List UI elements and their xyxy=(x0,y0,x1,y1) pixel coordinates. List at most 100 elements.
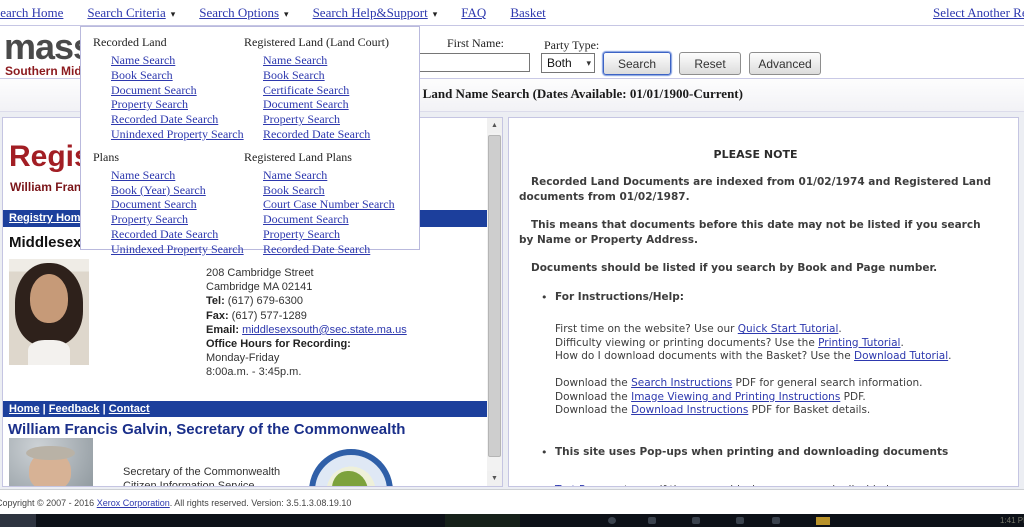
note-text: . xyxy=(838,323,842,335)
nav-link-basket[interactable]: Basket xyxy=(510,5,545,20)
link-separator: | xyxy=(39,403,49,415)
caret-down-icon: ▾ xyxy=(170,9,176,19)
context-bar-text: Recorded Land Name Search (Dates Availab… xyxy=(366,86,743,101)
taskbar-search-icon[interactable] xyxy=(608,517,616,524)
nav-link-search-criteria[interactable]: Search Criteria xyxy=(87,5,165,20)
inline-link-image-viewing-and-printing-instructions[interactable]: Image Viewing and Printing Instructions xyxy=(631,391,840,403)
secretary-caption-line: Secretary of the Commonwealth xyxy=(123,466,281,478)
taskbar-icon[interactable] xyxy=(736,517,744,524)
dropdown-link-registered-land-plans-book-search[interactable]: Book Search xyxy=(263,183,419,198)
registry-home-link[interactable]: Registry Home xyxy=(9,212,87,224)
note-paragraphs: Recorded Land Documents are indexed from… xyxy=(519,175,992,276)
dropdown-section-plans: Plans Name Search Book (Year) Search Docume… xyxy=(81,142,244,257)
inline-link-download-tutorial[interactable]: Download Tutorial xyxy=(854,350,948,362)
note-line: Test Pop-ups to see if the pop-up blocke… xyxy=(555,484,992,487)
dropdown-link-registered-land-land-court-recorded-date-search[interactable]: Recorded Date Search xyxy=(263,127,419,142)
nav-link-search-options[interactable]: Search Options xyxy=(199,5,279,20)
hours-line: 8:00a.m. - 3:45p.m. xyxy=(206,366,302,379)
party-type-select[interactable]: Both ▾ xyxy=(541,53,595,73)
caret-down-icon: ▾ xyxy=(284,9,289,19)
search-button[interactable]: Search xyxy=(603,52,671,75)
note-text: . xyxy=(900,336,904,349)
dropdown-link-plans-name-search[interactable]: Name Search xyxy=(111,168,244,183)
dropdown-section-title: Registered Land Plans xyxy=(244,149,352,164)
registry-contact-block: 208 Cambridge Street Cambridge MA 02141 … xyxy=(206,266,407,380)
note-line: Download the Download Instructions PDF f… xyxy=(555,404,992,418)
dropdown-link-registered-land-land-court-name-search[interactable]: Name Search xyxy=(263,53,419,68)
nav-link-search-help-support[interactable]: Search Help&Support xyxy=(313,5,428,20)
scroll-down-icon[interactable]: ▼ xyxy=(487,471,502,486)
email-label: Email: xyxy=(206,323,240,336)
dropdown-link-recorded-land-property-search[interactable]: Property Search xyxy=(111,97,244,112)
dropdown-link-recorded-land-recorded-date-search[interactable]: Recorded Date Search xyxy=(111,112,244,127)
reset-button[interactable]: Reset xyxy=(679,52,741,75)
dropdown-link-registered-land-land-court-property-search[interactable]: Property Search xyxy=(263,112,419,127)
phone-line: Tel: (617) 679-6300 xyxy=(206,294,407,308)
inline-link-test-pop-ups[interactable]: Test Pop-ups xyxy=(555,484,621,487)
note-text: Download the xyxy=(555,404,632,416)
dropdown-link-plans-recorded-date-search[interactable]: Recorded Date Search xyxy=(111,227,244,242)
note-bullet-label: For Instructions/Help: xyxy=(555,291,684,303)
dropdown-col-1: Recorded Land Name Search Book Search Docum… xyxy=(81,27,244,257)
dropdown-link-registered-land-plans-recorded-date-search[interactable]: Recorded Date Search xyxy=(263,242,419,257)
dropdown-link-plans-property-search[interactable]: Property Search xyxy=(111,212,244,227)
fax-value: (617) 577-1289 xyxy=(228,309,307,322)
scroll-up-icon[interactable]: ▲ xyxy=(487,118,502,133)
dropdown-link-recorded-land-document-search[interactable]: Document Search xyxy=(111,83,244,98)
bottom-bar-link-contact[interactable]: Contact xyxy=(109,403,150,415)
dropdown-link-registered-land-plans-court-case-number-search[interactable]: Court Case Number Search xyxy=(263,197,419,212)
inline-link-search-instructions[interactable]: Search Instructions xyxy=(631,377,732,389)
dropdown-link-registered-land-plans-name-search[interactable]: Name Search xyxy=(263,168,419,183)
dropdown-section-title: Recorded Land xyxy=(93,35,167,49)
hours-line: Monday-Friday xyxy=(206,352,280,365)
dropdown-link-recorded-land-book-search[interactable]: Book Search xyxy=(111,68,244,83)
select-another-registry-link[interactable]: Select Another Registry xyxy=(933,5,1024,21)
dropdown-section-registered-land-land-court: Registered Land (Land Court) Name Search B… xyxy=(244,27,419,142)
dropdown-link-registered-land-land-court-document-search[interactable]: Document Search xyxy=(263,97,419,112)
dropdown-link-registered-land-plans-property-search[interactable]: Property Search xyxy=(263,227,419,242)
note-line: How do I download documents with the Bas… xyxy=(555,350,992,364)
advanced-button[interactable]: Advanced xyxy=(749,52,821,75)
nav-link-faq[interactable]: FAQ xyxy=(461,5,486,20)
taskbar[interactable]: 1:41 PM xyxy=(0,514,1024,527)
start-button-area[interactable] xyxy=(0,514,36,527)
taskbar-notification-icon[interactable] xyxy=(816,517,830,525)
xerox-link[interactable]: Xerox Corporation xyxy=(97,498,170,508)
note-bullet: • For Instructions/Help: First time on the… xyxy=(519,291,992,418)
dropdown-link-registered-land-land-court-certificate-search[interactable]: Certificate Search xyxy=(263,83,419,98)
inline-link-quick-start-tutorial[interactable]: Quick Start Tutorial xyxy=(738,323,839,335)
bottom-bar-link-home[interactable]: Home xyxy=(9,403,40,415)
inline-link-download-instructions[interactable]: Download Instructions xyxy=(631,404,748,416)
taskbar-icon[interactable] xyxy=(772,517,780,524)
taskbar-icon[interactable] xyxy=(648,517,656,524)
please-note-title: PLEASE NOTE xyxy=(713,148,798,161)
registrar-photo-detail xyxy=(28,339,70,365)
nav-link-search-home[interactable]: Search Home xyxy=(0,5,63,20)
screen: Search Home Search Criteria ▾ Search Option… xyxy=(0,0,1024,527)
dropdown-link-plans-book-year-search[interactable]: Book (Year) Search xyxy=(111,183,244,198)
footer: Copyright © 2007 - 2016 Xerox Corporatio… xyxy=(0,489,1024,514)
note-text: PDF. xyxy=(840,390,866,403)
email-link[interactable]: middlesexsouth@sec.state.ma.us xyxy=(242,324,407,336)
hours-label: Office Hours for Recording: xyxy=(206,338,351,351)
scrollbar-thumb[interactable] xyxy=(488,135,501,457)
taskbar-clock: 1:41 PM xyxy=(1000,516,1024,525)
note-line: First time on the website? Use our Quick… xyxy=(555,323,992,337)
fax-label: Fax: xyxy=(206,309,229,322)
dropdown-link-recorded-land-unindexed-property-search[interactable]: Unindexed Property Search xyxy=(111,127,244,142)
taskbar-icon[interactable] xyxy=(692,517,700,524)
dropdown-link-recorded-land-name-search[interactable]: Name Search xyxy=(111,53,244,68)
dropdown-link-plans-document-search[interactable]: Document Search xyxy=(111,197,244,212)
dropdown-link-registered-land-land-court-book-search[interactable]: Book Search xyxy=(263,68,419,83)
left-panel-scrollbar[interactable]: ▲ ▼ xyxy=(487,118,502,486)
dropdown-link-plans-unindexed-property-search[interactable]: Unindexed Property Search xyxy=(111,242,244,257)
bottom-bar-link-feedback[interactable]: Feedback xyxy=(49,403,100,415)
nav-item-search-help-support: Search Help&Support ▾ xyxy=(313,5,438,20)
taskbar-app-area xyxy=(445,514,520,527)
note-text: Difficulty viewing or printing documents… xyxy=(555,336,819,349)
copyright-text: Copyright © 2007 - 2016 Xerox Corporatio… xyxy=(0,498,351,508)
inline-link-printing-tutorial[interactable]: Printing Tutorial xyxy=(818,337,900,349)
note-bullet-lines: Test Pop-ups to see if the pop-up blocke… xyxy=(555,484,992,487)
dropdown-link-registered-land-plans-document-search[interactable]: Document Search xyxy=(263,212,419,227)
note-paragraph: Recorded Land Documents are indexed from… xyxy=(519,176,991,203)
